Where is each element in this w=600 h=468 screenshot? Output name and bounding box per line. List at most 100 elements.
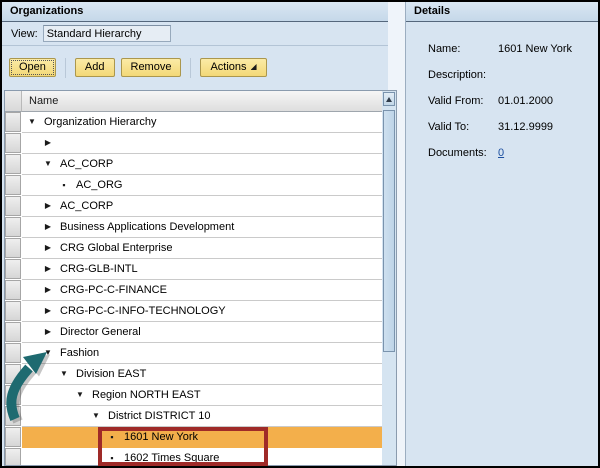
tree-node[interactable]: ▶CRG-PC-C-INFO-TECHNOLOGY — [22, 301, 382, 322]
tree-row[interactable]: ▼AC_CORP — [5, 154, 382, 175]
tree-row[interactable]: ▶Director General — [5, 322, 382, 343]
collapse-toggle-icon[interactable]: ▼ — [74, 391, 86, 399]
tree-row[interactable]: ▶CRG-PC-C-INFO-TECHNOLOGY — [5, 301, 382, 322]
organizations-panel-title: Organizations — [2, 2, 388, 22]
collapse-toggle-icon[interactable]: ▼ — [42, 349, 54, 357]
remove-button[interactable]: Remove — [121, 58, 182, 77]
tree-rows: ▼Organization Hierarchy ▶ ▼AC_CORP ▪ AC_ORG ▶… — [5, 112, 382, 465]
expand-toggle-icon[interactable]: ▶ — [42, 139, 54, 147]
tree-row[interactable]: ▼Organization Hierarchy — [5, 112, 382, 133]
tree-node[interactable]: ▶CRG-GLB-INTL — [22, 259, 382, 280]
row-selector-cell[interactable] — [5, 217, 21, 237]
row-selector-cell[interactable] — [5, 154, 21, 174]
row-selector-cell[interactable] — [5, 259, 21, 279]
tree-row[interactable]: ▶ — [5, 133, 382, 154]
tree-row[interactable]: ▼ Region NORTH EAST — [5, 385, 382, 406]
tree-node[interactable]: ▶ CRG Global Enterprise — [22, 238, 382, 259]
tree-node[interactable]: ▶CRG-PC-C-FINANCE — [22, 280, 382, 301]
arrow-up-icon — [386, 97, 392, 102]
tree-node[interactable]: ▼ Division EAST — [22, 364, 382, 385]
tree-node[interactable]: ▶Director General — [22, 322, 382, 343]
tree-row[interactable]: ▼ District DISTRICT 10 — [5, 406, 382, 427]
toolbar-separator — [190, 58, 191, 78]
tree-row[interactable]: ▼Fashion — [5, 343, 382, 364]
tree-node[interactable]: ▼ Region NORTH EAST — [22, 385, 382, 406]
row-selector-cell[interactable] — [5, 238, 21, 258]
tree-node-label: Region NORTH EAST — [92, 389, 201, 401]
row-selector-cell[interactable] — [5, 343, 21, 363]
tree-node-label: AC_ORG — [76, 179, 122, 191]
view-input[interactable] — [43, 25, 171, 42]
open-button[interactable]: Open — [9, 58, 56, 77]
tree-node[interactable]: ▶ Business Applications Development — [22, 217, 382, 238]
tree-node[interactable]: ▶ — [22, 133, 382, 154]
tree-node[interactable]: ▼ District DISTRICT 10 — [22, 406, 382, 427]
row-selector-cell[interactable] — [5, 322, 21, 342]
expand-toggle-icon[interactable]: ▶ — [42, 307, 54, 315]
row-selector-cell[interactable] — [5, 175, 21, 195]
documents-link[interactable]: 0 — [498, 147, 504, 159]
leaf-bullet-icon: ▪ — [58, 181, 70, 190]
row-selector-cell[interactable] — [5, 112, 21, 132]
collapse-toggle-icon[interactable]: ▼ — [90, 412, 102, 420]
detail-field: Documents:0 — [428, 147, 598, 173]
tree-row[interactable]: ▶CRG-PC-C-FINANCE — [5, 280, 382, 301]
org-tree: Name ▼Organization Hierarchy▶▼AC_CORP▪AC… — [4, 90, 397, 466]
menu-arrow-icon — [251, 64, 257, 70]
actions-button-label: Actions — [210, 61, 246, 73]
tree-node[interactable]: ▼Organization Hierarchy — [22, 112, 382, 133]
tree-node-label: Division EAST — [76, 368, 146, 380]
tree-row[interactable]: ▪ AC_ORG — [5, 175, 382, 196]
leaf-bullet-icon: ▪ — [106, 433, 118, 442]
details-panel: Details Name:1601 New YorkDescription:Va… — [405, 2, 598, 466]
row-selector-cell[interactable] — [5, 406, 21, 426]
tree-row[interactable]: ▪1602 Times Square — [5, 448, 382, 465]
collapse-toggle-icon[interactable]: ▼ — [26, 118, 38, 126]
tree-node-label: Business Applications Development — [60, 221, 234, 233]
tree-node[interactable]: ▪1602 Times Square — [22, 448, 382, 465]
expand-toggle-icon[interactable]: ▶ — [42, 286, 54, 294]
scrollbar-up-button[interactable] — [383, 92, 395, 106]
view-label: View: — [11, 28, 38, 40]
row-selector-cell[interactable] — [5, 133, 21, 153]
tree-row[interactable]: ▼ Division EAST — [5, 364, 382, 385]
field-label: Name: — [428, 43, 498, 55]
scrollbar-track[interactable] — [382, 91, 396, 465]
tree-row[interactable]: ▶CRG-GLB-INTL — [5, 259, 382, 280]
row-selector-cell[interactable] — [5, 427, 21, 447]
tree-node[interactable]: ▼Fashion — [22, 343, 382, 364]
tree-node[interactable]: ▼AC_CORP — [22, 154, 382, 175]
tree-row[interactable]: ▶AC_CORP — [5, 196, 382, 217]
tree-node-label: District DISTRICT 10 — [108, 410, 210, 422]
tree-row[interactable]: ▪1601 New York — [5, 427, 382, 448]
toolbar: Open Add Remove Actions — [2, 46, 388, 89]
tree-node-label: 1602 Times Square — [124, 452, 219, 464]
field-label: Valid From: — [428, 95, 498, 107]
collapse-toggle-icon[interactable]: ▼ — [42, 160, 54, 168]
expand-toggle-icon[interactable]: ▶ — [42, 202, 54, 210]
row-selector-cell[interactable] — [5, 280, 21, 300]
selector-column-header — [5, 91, 22, 112]
row-selector-cell[interactable] — [5, 364, 21, 384]
collapse-toggle-icon[interactable]: ▼ — [58, 370, 70, 378]
scrollbar-thumb[interactable] — [383, 110, 395, 352]
expand-toggle-icon[interactable]: ▶ — [42, 265, 54, 273]
actions-button[interactable]: Actions — [200, 58, 266, 77]
toolbar-separator — [65, 58, 66, 78]
tree-node[interactable]: ▪ AC_ORG — [22, 175, 382, 196]
field-value: 1601 New York — [498, 43, 572, 55]
expand-toggle-icon[interactable]: ▶ — [42, 223, 54, 231]
tree-node-label: CRG Global Enterprise — [60, 242, 173, 254]
details-fields: Name:1601 New YorkDescription:Valid From… — [406, 22, 598, 173]
row-selector-cell[interactable] — [5, 301, 21, 321]
row-selector-cell[interactable] — [5, 196, 21, 216]
tree-row[interactable]: ▶ Business Applications Development — [5, 217, 382, 238]
tree-row[interactable]: ▶ CRG Global Enterprise — [5, 238, 382, 259]
row-selector-cell[interactable] — [5, 448, 21, 465]
row-selector-cell[interactable] — [5, 385, 21, 405]
tree-node[interactable]: ▪1601 New York — [22, 427, 382, 448]
expand-toggle-icon[interactable]: ▶ — [42, 328, 54, 336]
add-button[interactable]: Add — [75, 58, 115, 77]
expand-toggle-icon[interactable]: ▶ — [42, 244, 54, 252]
tree-node[interactable]: ▶AC_CORP — [22, 196, 382, 217]
